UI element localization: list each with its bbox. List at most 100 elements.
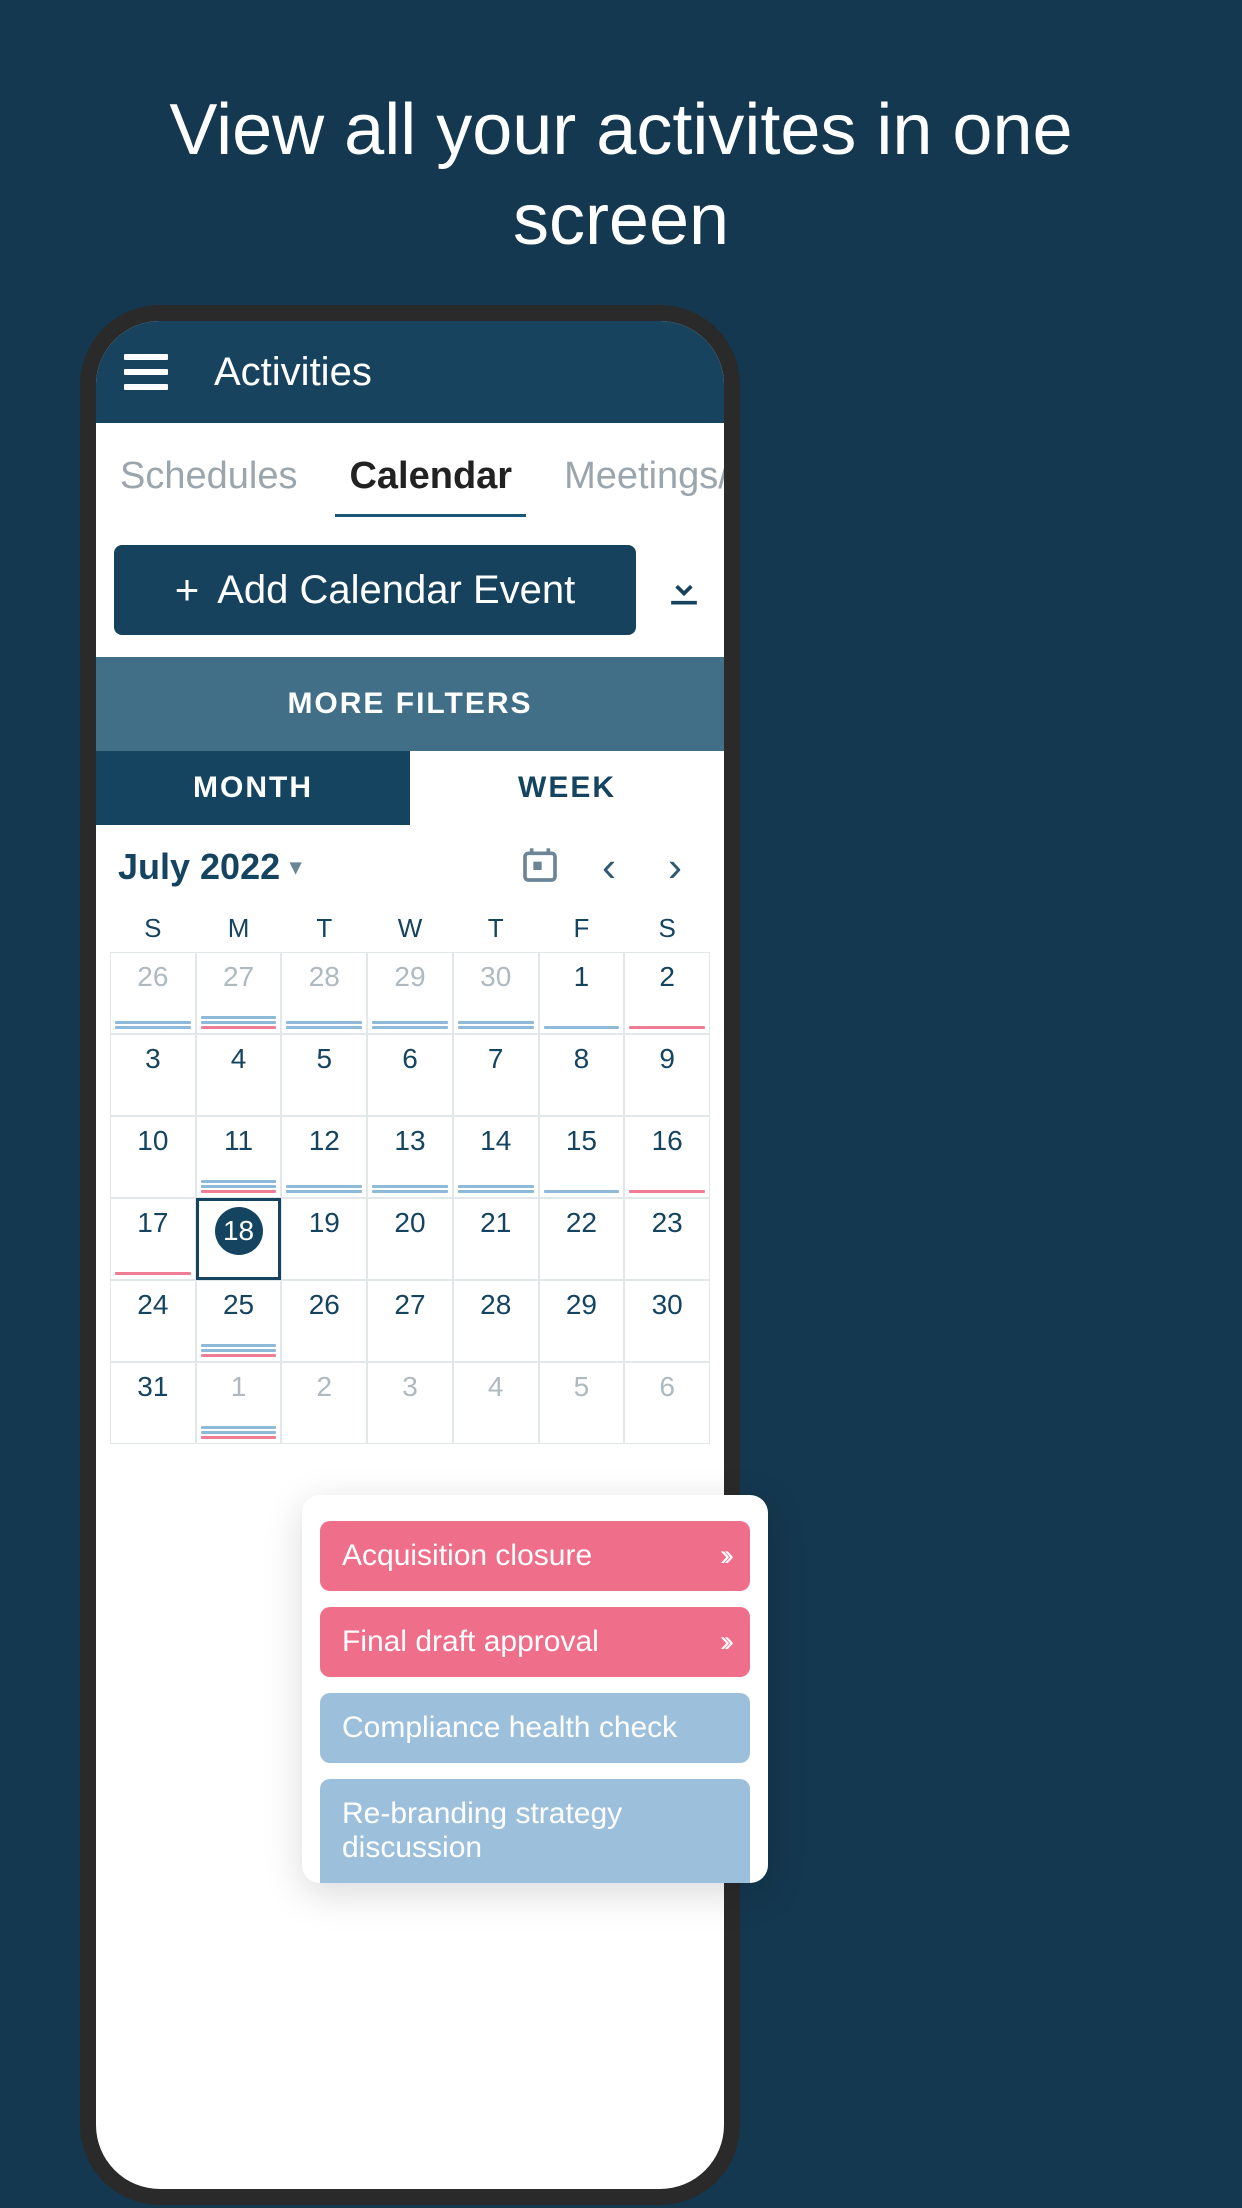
event-marker [458, 1190, 534, 1193]
view-month-button[interactable]: MONTH [96, 751, 410, 825]
day-number: 4 [197, 1043, 281, 1075]
calendar-day-cell[interactable]: 17 [110, 1198, 196, 1280]
weekday-label: F [539, 913, 625, 944]
calendar-day-cell[interactable]: 1 [539, 952, 625, 1034]
calendar-day-cell[interactable]: 4 [196, 1034, 282, 1116]
event-marker [115, 1021, 191, 1024]
calendar-day-cell[interactable]: 29 [367, 952, 453, 1034]
add-calendar-event-button[interactable]: + Add Calendar Event [114, 545, 636, 635]
calendar-day-cell[interactable]: 29 [539, 1280, 625, 1362]
day-number: 21 [454, 1207, 538, 1239]
event-item[interactable]: Compliance health check [320, 1693, 750, 1763]
chevron-right-icon: ›› [720, 1539, 728, 1573]
view-week-button[interactable]: WEEK [410, 751, 724, 825]
calendar-day-cell[interactable]: 26 [110, 952, 196, 1034]
day-number: 1 [540, 961, 624, 993]
event-marker [201, 1349, 277, 1352]
event-marker [201, 1026, 277, 1029]
day-number: 17 [111, 1207, 195, 1239]
calendar-day-cell[interactable]: 2 [281, 1362, 367, 1444]
event-marker [544, 1190, 620, 1193]
calendar-day-cell[interactable]: 21 [453, 1198, 539, 1280]
day-number: 4 [454, 1371, 538, 1403]
calendar-day-cell[interactable]: 4 [453, 1362, 539, 1444]
app-screen: Activities Schedules Calendar Meetings/E… [96, 321, 724, 2189]
event-marker [201, 1436, 277, 1439]
calendar-day-cell[interactable]: 31 [110, 1362, 196, 1444]
weekday-label: S [624, 913, 710, 944]
add-button-label: Add Calendar Event [217, 568, 575, 613]
calendar-day-cell[interactable]: 23 [624, 1198, 710, 1280]
today-icon[interactable] [510, 845, 570, 890]
calendar-day-cell[interactable]: 7 [453, 1034, 539, 1116]
day-number: 2 [625, 961, 709, 993]
calendar-day-cell[interactable]: 13 [367, 1116, 453, 1198]
calendar-day-cell[interactable]: 26 [281, 1280, 367, 1362]
calendar-day-cell[interactable]: 19 [281, 1198, 367, 1280]
event-marker [372, 1026, 448, 1029]
calendar-day-cell[interactable]: 24 [110, 1280, 196, 1362]
event-marker [201, 1426, 277, 1429]
day-number: 23 [625, 1207, 709, 1239]
calendar-day-cell[interactable]: 28 [281, 952, 367, 1034]
day-number: 2 [282, 1371, 366, 1403]
calendar-day-cell[interactable]: 3 [110, 1034, 196, 1116]
tab-bar: Schedules Calendar Meetings/Ev [96, 423, 724, 517]
day-number: 26 [111, 961, 195, 993]
calendar-day-cell[interactable]: 27 [196, 952, 282, 1034]
event-marker [201, 1180, 277, 1183]
tab-calendar[interactable]: Calendar [345, 435, 516, 506]
calendar-day-cell[interactable]: 15 [539, 1116, 625, 1198]
calendar-day-cell[interactable]: 11 [196, 1116, 282, 1198]
calendar-day-cell[interactable]: 3 [367, 1362, 453, 1444]
calendar-day-cell[interactable]: 5 [281, 1034, 367, 1116]
calendar-day-cell[interactable]: 25 [196, 1280, 282, 1362]
calendar-day-cell[interactable]: 1 [196, 1362, 282, 1444]
month-navigator: July 2022 ▾ ‹ › [96, 825, 724, 901]
calendar-day-cell[interactable]: 28 [453, 1280, 539, 1362]
chevron-down-icon: ▾ [290, 854, 301, 880]
hamburger-menu-icon[interactable] [124, 354, 168, 390]
more-filters-button[interactable]: MORE FILTERS [96, 657, 724, 751]
tab-meetings[interactable]: Meetings/Ev [560, 435, 724, 506]
calendar-day-cell[interactable]: 2 [624, 952, 710, 1034]
calendar-day-cell[interactable]: 9 [624, 1034, 710, 1116]
chevron-right-icon: ›› [720, 1625, 728, 1659]
tab-schedules[interactable]: Schedules [116, 435, 301, 506]
calendar-day-cell[interactable]: 30 [624, 1280, 710, 1362]
event-label: Re-branding strategy discussion [342, 1797, 728, 1865]
calendar-day-cell[interactable]: 18 [196, 1198, 282, 1280]
calendar-day-cell[interactable]: 6 [367, 1034, 453, 1116]
day-number: 20 [368, 1207, 452, 1239]
calendar-day-cell[interactable]: 12 [281, 1116, 367, 1198]
calendar-day-cell[interactable]: 6 [624, 1362, 710, 1444]
day-number: 16 [625, 1125, 709, 1157]
event-marker [201, 1354, 277, 1357]
calendar-day-cell[interactable]: 16 [624, 1116, 710, 1198]
day-number: 11 [197, 1125, 281, 1157]
next-month-button[interactable]: › [648, 843, 702, 891]
calendar-day-cell[interactable]: 5 [539, 1362, 625, 1444]
calendar-day-cell[interactable]: 8 [539, 1034, 625, 1116]
download-icon[interactable] [662, 566, 706, 615]
event-item[interactable]: Re-branding strategy discussion [320, 1779, 750, 1883]
weekday-header: SMTWTFS [96, 901, 724, 952]
calendar-day-cell[interactable]: 10 [110, 1116, 196, 1198]
month-dropdown[interactable]: July 2022 ▾ [118, 846, 301, 888]
calendar-day-cell[interactable]: 22 [539, 1198, 625, 1280]
weekday-label: S [110, 913, 196, 944]
day-number: 9 [625, 1043, 709, 1075]
prev-month-button[interactable]: ‹ [582, 843, 636, 891]
event-item[interactable]: Final draft approval›› [320, 1607, 750, 1677]
calendar-day-cell[interactable]: 30 [453, 952, 539, 1034]
event-marker [544, 1026, 620, 1029]
day-number: 24 [111, 1289, 195, 1321]
calendar-day-cell[interactable]: 20 [367, 1198, 453, 1280]
event-label: Compliance health check [342, 1711, 677, 1745]
view-toggle: MONTH WEEK [96, 751, 724, 825]
event-item[interactable]: Acquisition closure›› [320, 1521, 750, 1591]
calendar-day-cell[interactable]: 14 [453, 1116, 539, 1198]
add-event-row: + Add Calendar Event [96, 517, 724, 657]
calendar-day-cell[interactable]: 27 [367, 1280, 453, 1362]
marketing-headline: View all your activites in one screen [0, 0, 1242, 265]
